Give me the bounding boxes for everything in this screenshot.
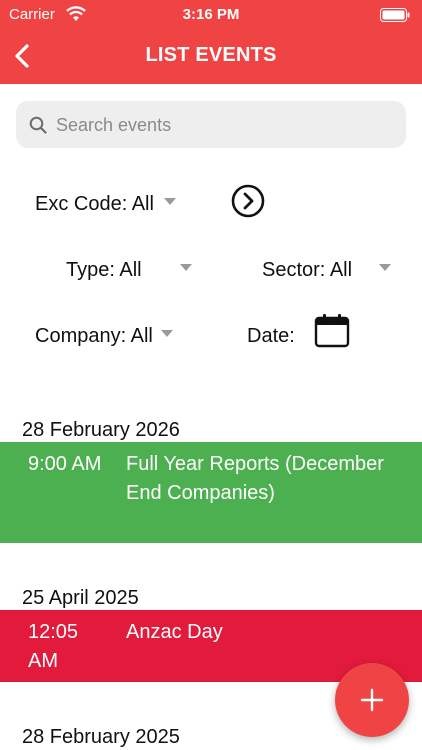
- add-event-button[interactable]: [335, 663, 409, 737]
- type-dropdown[interactable]: Type: All: [66, 259, 192, 282]
- app-header: Carrier 3:16 PM LIST EVENTS: [0, 0, 422, 84]
- event-title: Anzac Day: [126, 621, 223, 643]
- battery-icon: [380, 8, 410, 22]
- search-bar[interactable]: [16, 101, 406, 148]
- calendar-icon[interactable]: [314, 313, 350, 349]
- company-dropdown[interactable]: Company: All: [35, 325, 173, 348]
- go-button[interactable]: [231, 184, 265, 218]
- search-input[interactable]: [56, 110, 396, 140]
- sector-dropdown[interactable]: Sector: All: [262, 259, 392, 282]
- event-title: Full Year Reports (December End Companie…: [126, 453, 384, 504]
- status-bar: Carrier 3:16 PM: [0, 0, 422, 30]
- sector-label: Sector: All: [262, 259, 353, 281]
- chevron-right-icon: [243, 192, 254, 210]
- event-time: 12:05 AM: [28, 621, 79, 672]
- page-title: LIST EVENTS: [145, 44, 277, 66]
- event-date-heading: 28 February 2025: [22, 726, 180, 748]
- caret-down-icon: [179, 264, 192, 271]
- exc-code-label: Exc Code: All: [35, 193, 154, 215]
- event-date-heading: 28 February 2026: [22, 419, 180, 441]
- caret-down-icon: [163, 198, 176, 205]
- event-date-heading: 25 April 2025: [22, 587, 139, 609]
- search-icon: [29, 116, 47, 134]
- date-filter-label: Date:: [247, 325, 295, 347]
- company-label: Company: All: [35, 325, 153, 347]
- plus-icon: [360, 688, 384, 712]
- type-label: Type: All: [66, 259, 142, 281]
- status-time: 3:16 PM: [182, 6, 240, 23]
- caret-down-icon: [160, 330, 173, 337]
- event-row[interactable]: 9:00 AM Full Year Reports (December End …: [0, 442, 422, 543]
- caret-down-icon: [379, 264, 392, 271]
- event-time: 9:00 AM: [28, 453, 102, 475]
- exc-code-dropdown[interactable]: Exc Code: All: [35, 193, 176, 216]
